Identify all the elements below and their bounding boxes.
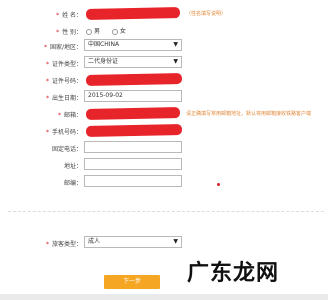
email-input-redacted[interactable] <box>85 107 181 120</box>
chevron-down-icon: ▼ <box>173 41 178 48</box>
mobile-row: * 手机号码： <box>0 123 328 138</box>
id-number-input-redacted[interactable] <box>85 72 183 87</box>
id-type-row: * 证件类型： 二代身份证 ▼ <box>0 56 328 70</box>
gender-row: * 性 别： 男 女 <box>0 24 328 38</box>
id-number-label: * 证件号码： <box>45 78 82 85</box>
address-label: 地址： <box>63 163 82 170</box>
postcode-label: 邮编： <box>63 180 82 187</box>
radio-female[interactable] <box>111 28 118 35</box>
gender-label: * 性 别： <box>56 29 82 36</box>
email-label: * 邮箱： <box>57 112 82 119</box>
id-number-row: * 证件号码： <box>0 72 328 87</box>
landline-label: 固定电话： <box>51 146 82 153</box>
mobile-input-redacted[interactable] <box>85 123 183 138</box>
mobile-label: * 手机号码： <box>45 129 82 136</box>
birth-date-row: * 出生日期： 2015-09-02 <box>0 90 328 104</box>
name-row: * 姓 名： （性名填写说明） <box>0 7 328 21</box>
passenger-type-select[interactable]: 成人 ▼ <box>84 236 182 248</box>
birth-date-input[interactable]: 2015-09-02 <box>84 90 182 102</box>
landline-row: 固定电话： <box>0 141 328 155</box>
address-input[interactable] <box>84 158 182 170</box>
name-input-redacted[interactable] <box>85 7 181 20</box>
red-dot <box>217 183 220 186</box>
address-row: 地址： <box>0 158 328 172</box>
country-select[interactable]: 中国CHINA ▼ <box>84 39 182 51</box>
country-row: * 国家/地区： 中国CHINA ▼ <box>0 39 328 53</box>
country-label: * 国家/地区： <box>43 44 82 51</box>
passenger-type-value: 成人 <box>88 238 101 245</box>
birth-date-label: * 出生日期： <box>45 95 82 102</box>
id-type-label: * 证件类型： <box>45 61 82 68</box>
postcode-input[interactable] <box>84 175 182 187</box>
radio-female-label: 女 <box>119 28 126 35</box>
bottom-bar <box>0 294 328 300</box>
gender-options: 男 女 <box>86 26 126 35</box>
email-row: * 邮箱： 请正确填写常用邮箱地址，默认将用邮箱接收铁路客户端 <box>0 107 328 121</box>
landline-input[interactable] <box>84 141 182 153</box>
radio-male-label: 男 <box>94 28 101 35</box>
watermark-logo: 广东龙网 <box>187 261 280 286</box>
email-hint: 请正确填写常用邮箱地址，默认将用邮箱接收铁路客户端 <box>186 111 312 117</box>
chevron-down-icon: ▼ <box>173 238 178 245</box>
id-type-select[interactable]: 二代身份证 ▼ <box>84 56 182 68</box>
id-type-value: 二代身份证 <box>88 58 119 65</box>
passenger-type-label: * 旅客类型： <box>45 241 82 248</box>
chevron-down-icon: ▼ <box>173 58 178 65</box>
radio-male[interactable] <box>86 28 92 35</box>
name-label: * 姓 名： <box>56 12 82 19</box>
country-value: 中国CHINA <box>88 41 120 48</box>
postcode-row: 邮编： <box>0 175 328 189</box>
next-button[interactable]: 下一步 <box>104 275 160 289</box>
name-hint: （性名填写说明） <box>186 11 227 17</box>
passenger-type-row: * 旅客类型： 成人 ▼ <box>0 236 328 250</box>
section-divider <box>8 211 324 212</box>
